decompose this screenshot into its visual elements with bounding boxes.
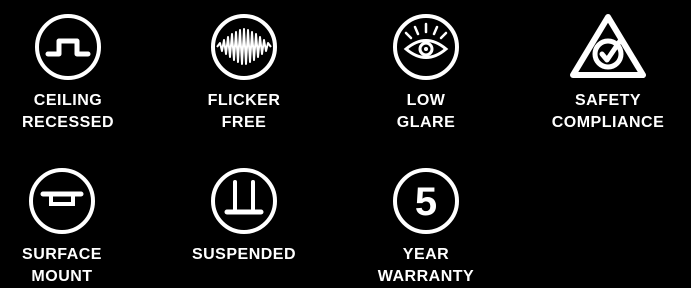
feature-label-line1: LOW [406,92,446,109]
five-year-warranty-icon: 5 [393,168,459,234]
feature-label-line1: SUSPENDED [191,246,297,263]
feature-safety-compliance: SAFETY COMPLIANCE [528,12,688,134]
feature-label: SURFACE MOUNT [0,244,142,288]
surface-mount-icon [29,168,95,234]
feature-surface-mount: SURFACE MOUNT [0,166,142,288]
low-glare-eye-icon [393,14,459,80]
feature-flicker-free: FLICKER FREE [164,12,324,134]
safety-compliance-icon [570,14,646,78]
feature-label: CEILING RECESSED [0,90,148,134]
feature-label-line1: YEAR [402,246,450,263]
feature-suspended: SUSPENDED [164,166,324,266]
feature-ceiling-recessed: CEILING RECESSED [0,12,148,134]
feature-label-line1: SURFACE [22,246,102,263]
feature-label-line2: WARRANTY [377,268,475,285]
suspended-icon [211,168,277,234]
feature-label-line2: RECESSED [21,114,115,131]
feature-label-line2: MOUNT [31,268,93,285]
feature-label: SAFETY COMPLIANCE [528,90,688,134]
feature-label-line2: FREE [221,114,267,131]
feature-label: YEAR WARRANTY [346,244,506,288]
feature-label-line1: CEILING [33,92,103,109]
feature-label: SUSPENDED [164,244,324,266]
feature-label-line2: COMPLIANCE [551,114,665,131]
feature-label-line2: GLARE [396,114,456,131]
flicker-free-icon [211,14,277,80]
feature-label-line1: SAFETY [574,92,642,109]
feature-label: LOW GLARE [346,90,506,134]
feature-low-glare: LOW GLARE [346,12,506,134]
feature-label: FLICKER FREE [164,90,324,134]
warranty-years-badge: 5 [415,180,437,224]
feature-label-line1: FLICKER [207,92,281,109]
ceiling-recessed-icon [35,14,101,80]
feature-five-year-warranty: 5 YEAR WARRANTY [346,166,506,288]
